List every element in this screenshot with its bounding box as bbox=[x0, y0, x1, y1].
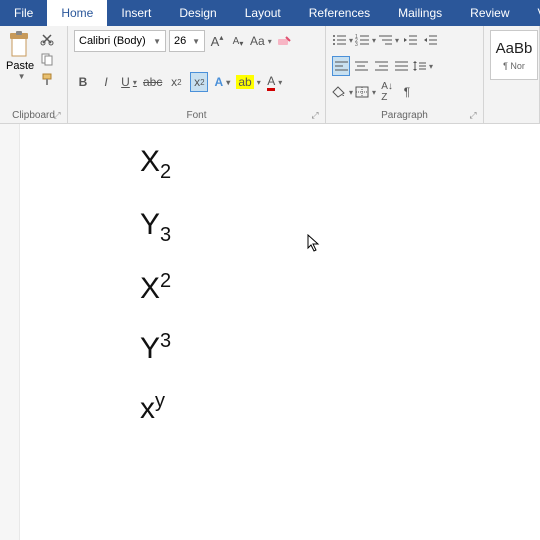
align-center-button[interactable] bbox=[352, 56, 370, 76]
tab-references[interactable]: References bbox=[295, 0, 384, 26]
bullets-button[interactable]: ▾ bbox=[332, 30, 353, 50]
doc-line-4: Y3 bbox=[140, 328, 540, 368]
group-clipboard: Paste ▼ Clipboard⤢ bbox=[0, 26, 68, 123]
ribbon: Paste ▼ Clipboard⤢ Calibri (Body)▼ 26▼ A… bbox=[0, 26, 540, 124]
shading-button[interactable]: ▾ bbox=[332, 82, 353, 102]
clipboard-label: Clipboard⤢ bbox=[6, 110, 61, 121]
document-area: X2 Y3 X2 Y3 xy bbox=[0, 124, 540, 540]
line-spacing-button[interactable]: ▾ bbox=[412, 56, 433, 76]
align-left-button[interactable] bbox=[332, 56, 350, 76]
clipboard-launcher-icon[interactable]: ⤢ bbox=[51, 109, 63, 121]
doc-line-1: X2 bbox=[140, 142, 540, 185]
highlight-button[interactable]: ab▾ bbox=[236, 72, 260, 92]
change-case-button[interactable]: Aa▾ bbox=[250, 31, 272, 51]
paragraph-launcher-icon[interactable]: ⤢ bbox=[467, 109, 479, 121]
sort-button[interactable]: A↓Z bbox=[378, 82, 396, 102]
shrink-font-button[interactable]: A▾ bbox=[229, 31, 247, 51]
group-styles: AaBb ¶ Nor bbox=[484, 26, 540, 123]
font-label: Font⤢ bbox=[74, 110, 319, 121]
tab-file[interactable]: File bbox=[0, 0, 47, 26]
group-paragraph: ▾ 123▾ ▾ ▾ ▾ ▾ A↓Z ¶ Paragraph⤢ bbox=[326, 26, 484, 123]
tab-insert[interactable]: Insert bbox=[107, 0, 165, 26]
paragraph-label: Paragraph⤢ bbox=[332, 110, 477, 121]
justify-button[interactable] bbox=[392, 56, 410, 76]
page[interactable]: X2 Y3 X2 Y3 xy bbox=[20, 124, 540, 540]
grow-font-button[interactable]: A▴ bbox=[208, 31, 226, 51]
superscript-button[interactable]: x2 bbox=[190, 72, 208, 92]
group-font: Calibri (Body)▼ 26▼ A▴ A▾ Aa▾ B I U▾ abc… bbox=[68, 26, 326, 123]
show-marks-button[interactable]: ¶ bbox=[398, 82, 416, 102]
multilevel-list-button[interactable]: ▾ bbox=[378, 30, 399, 50]
style-normal[interactable]: AaBb ¶ Nor bbox=[490, 30, 538, 80]
tab-design[interactable]: Design bbox=[165, 0, 230, 26]
font-name-combo[interactable]: Calibri (Body)▼ bbox=[74, 30, 166, 52]
align-right-button[interactable] bbox=[372, 56, 390, 76]
svg-text:3: 3 bbox=[355, 42, 358, 46]
numbering-button[interactable]: 123▾ bbox=[355, 30, 376, 50]
paste-button[interactable]: Paste ▼ bbox=[6, 30, 34, 88]
doc-line-2: Y3 bbox=[140, 205, 540, 248]
tab-view[interactable]: Vi bbox=[524, 0, 540, 26]
paste-icon bbox=[7, 30, 33, 60]
tab-layout[interactable]: Layout bbox=[231, 0, 295, 26]
format-painter-icon[interactable] bbox=[38, 70, 56, 88]
underline-button[interactable]: U▾ bbox=[120, 72, 138, 92]
tab-bar: File Home Insert Design Layout Reference… bbox=[0, 0, 540, 26]
font-launcher-icon[interactable]: ⤢ bbox=[309, 109, 321, 121]
strikethrough-button[interactable]: abc bbox=[143, 72, 162, 92]
increase-indent-button[interactable] bbox=[421, 30, 439, 50]
tab-home[interactable]: Home bbox=[47, 0, 107, 26]
doc-line-3: X2 bbox=[140, 268, 540, 308]
tab-review[interactable]: Review bbox=[456, 0, 523, 26]
font-size-combo[interactable]: 26▼ bbox=[169, 30, 205, 52]
bold-button[interactable]: B bbox=[74, 72, 92, 92]
paste-dropdown-icon: ▼ bbox=[18, 72, 26, 81]
text-effects-button[interactable]: A▾ bbox=[213, 72, 231, 92]
font-color-button[interactable]: A▾ bbox=[266, 72, 284, 92]
decrease-indent-button[interactable] bbox=[401, 30, 419, 50]
doc-line-5: xy bbox=[140, 388, 540, 428]
paste-label: Paste bbox=[6, 60, 34, 72]
tab-mailings[interactable]: Mailings bbox=[384, 0, 456, 26]
clear-formatting-icon[interactable] bbox=[275, 31, 293, 51]
borders-button[interactable]: ▾ bbox=[355, 82, 376, 102]
subscript-button[interactable]: x2 bbox=[167, 72, 185, 92]
cut-icon[interactable] bbox=[38, 30, 56, 48]
italic-button[interactable]: I bbox=[97, 72, 115, 92]
copy-icon[interactable] bbox=[38, 50, 56, 68]
vertical-ruler[interactable] bbox=[0, 124, 20, 540]
